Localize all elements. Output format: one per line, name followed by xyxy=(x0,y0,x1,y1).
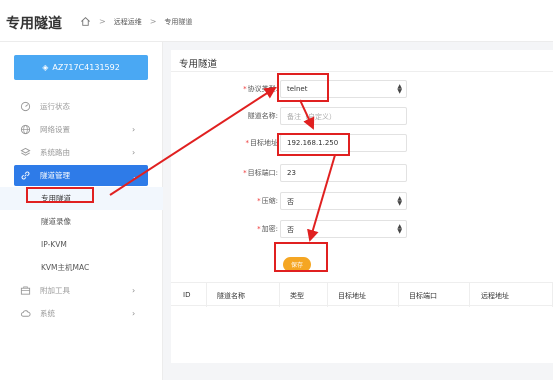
sidebar-item-label: 运行状态 xyxy=(40,102,70,111)
select-arrows-icon: ▲ ▼ xyxy=(397,83,402,95)
column-divider xyxy=(206,283,207,307)
link-icon xyxy=(21,171,30,180)
breadcrumb-item-remote-ops[interactable]: 远程运维 xyxy=(114,17,142,27)
tunnel-name-input[interactable]: 备注（自定义） xyxy=(280,107,407,125)
form-row-encrypt: *加密: 否 ▲ ▼ xyxy=(171,220,553,238)
target-port-label: *目标端口: xyxy=(243,169,278,177)
sidebar-item-tools[interactable]: 附加工具 › xyxy=(0,279,163,302)
chevron-right-icon: › xyxy=(132,148,136,157)
sidebar-item-label: 系统路由 xyxy=(40,148,70,157)
card-title: 专用隧道 xyxy=(179,59,218,70)
column-header-id: ID xyxy=(183,291,191,299)
sidebar-subitem-kvm-host-mac[interactable]: KVM主机MAC xyxy=(0,256,163,279)
chevron-right-icon: > xyxy=(149,17,157,26)
sidebar: ◈ AZ717C4131592 运行状态 网络设置 › 系统路由 › 隧道管理 … xyxy=(0,42,163,380)
sidebar-subitem-label: KVM主机MAC xyxy=(41,263,90,272)
sidebar-item-tunnel-management[interactable]: 隧道管理 ⌄ xyxy=(14,165,148,186)
sidebar-item-system[interactable]: 系统 › xyxy=(0,302,163,325)
chevron-down-icon: ⌄ xyxy=(132,172,139,181)
app-title: 专用隧道 xyxy=(6,16,62,32)
home-icon[interactable] xyxy=(80,16,91,27)
device-button[interactable]: ◈ AZ717C4131592 xyxy=(14,55,148,80)
chevron-right-icon: > xyxy=(99,17,106,26)
chevron-right-icon: › xyxy=(132,125,136,134)
sidebar-menu: 运行状态 网络设置 › 系统路由 › 隧道管理 ⌄ 专用隧道 隧道录像 IP-K… xyxy=(0,95,163,325)
column-header-target-port: 目标端口 xyxy=(409,292,437,300)
sidebar-item-routing[interactable]: 系统路由 › xyxy=(0,141,163,164)
form-row-compress: *压缩: 否 ▲ ▼ xyxy=(171,192,553,210)
main-content: 专用隧道 *协议类型: telnet ▲ ▼ 隧道名称: 备注（自定义） *目标地… xyxy=(163,42,553,380)
breadcrumb-item-current: 专用隧道 xyxy=(164,17,193,26)
compress-label: *压缩: xyxy=(257,197,278,205)
form-row-target-port: *目标端口: 23 xyxy=(171,164,553,182)
chevron-right-icon: › xyxy=(132,309,136,318)
sidebar-item-status[interactable]: 运行状态 xyxy=(0,95,163,118)
breadcrumb: > 远程运维 > 专用隧道 xyxy=(80,16,192,27)
select-arrows-icon: ▲ ▼ xyxy=(397,223,402,235)
sidebar-item-label: 系统 xyxy=(40,309,55,318)
sidebar-subitem-label: 隧道录像 xyxy=(41,217,71,226)
select-arrows-icon: ▲ ▼ xyxy=(397,195,402,207)
sidebar-item-network[interactable]: 网络设置 › xyxy=(0,118,163,141)
tunnel-form-card: 专用隧道 *协议类型: telnet ▲ ▼ 隧道名称: 备注（自定义） *目标地… xyxy=(171,50,553,363)
highlight-box-sidebar-tunnel xyxy=(26,187,94,203)
encrypt-label: *加密: xyxy=(257,225,278,233)
column-divider xyxy=(469,283,470,307)
chevron-right-icon: › xyxy=(132,286,136,295)
form-row-target-address: *目标地址 192.168.1.250 xyxy=(171,134,553,152)
globe-icon xyxy=(20,124,31,135)
gauge-icon xyxy=(20,101,31,112)
form-row-tunnel-name: 隧道名称: 备注（自定义） xyxy=(171,107,553,125)
encrypt-select[interactable]: 否 ▲ ▼ xyxy=(280,220,407,238)
column-header-target-address: 目标地址 xyxy=(338,292,366,300)
toolbox-icon xyxy=(20,286,31,295)
column-header-remote-address: 远程地址 xyxy=(481,292,509,300)
cloud-icon xyxy=(20,310,31,317)
target-address-label: *目标地址 xyxy=(245,139,279,147)
sidebar-subitem-label: IP-KVM xyxy=(41,240,67,249)
sidebar-item-label: 隧道管理 xyxy=(40,171,70,180)
divider xyxy=(171,71,553,72)
column-divider xyxy=(327,283,328,307)
column-divider xyxy=(279,283,280,307)
column-header-tunnel-name: 隧道名称 xyxy=(217,292,245,300)
sidebar-item-label: 附加工具 xyxy=(40,286,70,295)
layers-icon xyxy=(20,147,31,156)
compress-select[interactable]: 否 ▲ ▼ xyxy=(280,192,407,210)
target-port-input[interactable]: 23 xyxy=(280,164,407,182)
tunnel-table-header: ID 隧道名称 类型 目标地址 目标端口 远程地址 xyxy=(171,282,553,307)
protocol-label: *协议类型: xyxy=(243,85,278,93)
form-row-protocol: *协议类型: telnet ▲ ▼ xyxy=(171,80,553,98)
cube-icon: ◈ xyxy=(42,63,49,72)
highlight-box-target-address xyxy=(277,133,350,156)
sidebar-subitem-tunnel-recording[interactable]: 隧道录像 xyxy=(0,210,163,233)
column-header-type: 类型 xyxy=(290,292,304,300)
highlight-box-protocol xyxy=(277,73,329,102)
top-bar: 专用隧道 > 远程运维 > 专用隧道 xyxy=(0,0,553,42)
device-name: AZ717C4131592 xyxy=(52,63,120,72)
sidebar-item-label: 网络设置 xyxy=(40,125,70,134)
highlight-box-save xyxy=(274,242,328,272)
sidebar-subitem-ip-kvm[interactable]: IP-KVM xyxy=(0,233,163,256)
column-divider xyxy=(398,283,399,307)
tunnel-name-label: 隧道名称: xyxy=(247,112,278,120)
